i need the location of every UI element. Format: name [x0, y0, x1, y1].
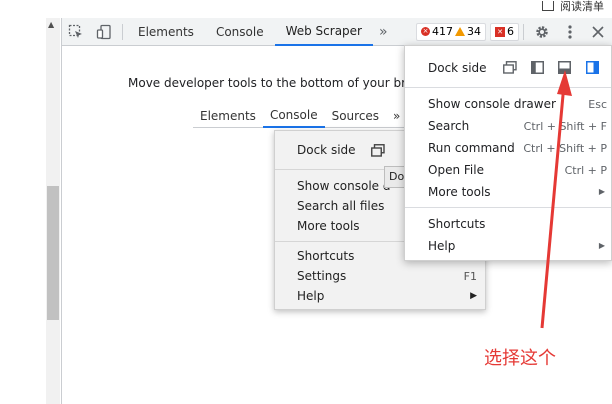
annotation-text: 选择这个: [484, 348, 556, 369]
devtools-screenshot: ▲ 阅读清单 Elements Console Web Scraper » × …: [0, 0, 612, 404]
